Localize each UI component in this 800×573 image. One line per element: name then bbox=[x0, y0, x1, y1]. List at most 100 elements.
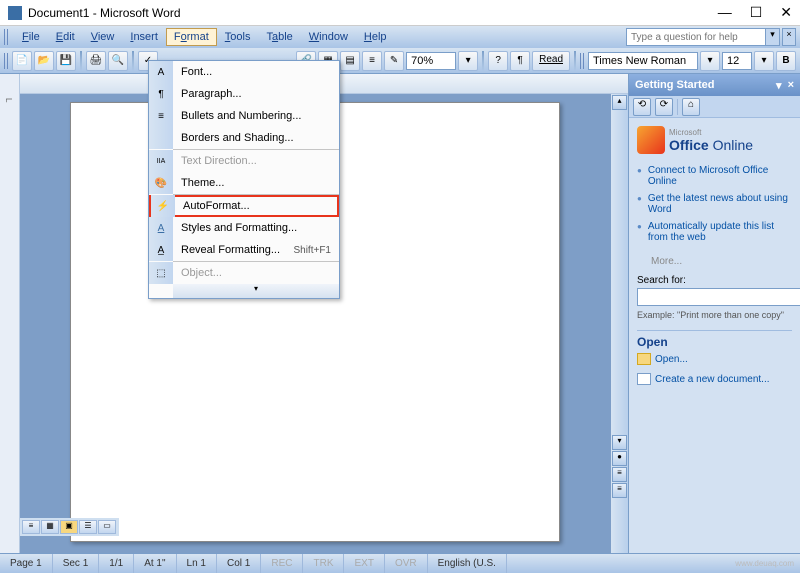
more-link[interactable]: More... bbox=[651, 256, 792, 267]
view-buttons-bar: ≡ ▦ ▣ ☰ ▭ bbox=[20, 518, 119, 536]
menu-table[interactable]: Table bbox=[258, 28, 300, 46]
insert-table-button[interactable]: ▤ bbox=[340, 51, 360, 71]
normal-view-button[interactable]: ≡ bbox=[22, 520, 40, 534]
open-button[interactable]: 📂 bbox=[34, 51, 54, 71]
zoom-dropdown[interactable]: ▾ bbox=[458, 51, 478, 71]
show-paragraph-button[interactable]: ¶ bbox=[510, 51, 530, 71]
status-ovr[interactable]: OVR bbox=[385, 554, 428, 573]
autoformat-icon: ⚡ bbox=[151, 195, 175, 217]
zoom-input[interactable] bbox=[406, 52, 456, 70]
drawing-button[interactable]: ✎ bbox=[384, 51, 404, 71]
menubar: File Edit View Insert Format Tools Table… bbox=[0, 26, 800, 48]
task-pane-close-button[interactable]: × bbox=[788, 79, 794, 92]
menu-window[interactable]: Window bbox=[301, 28, 356, 46]
columns-button[interactable]: ≡ bbox=[362, 51, 382, 71]
menu-edit[interactable]: Edit bbox=[48, 28, 83, 46]
print-preview-button[interactable]: 🔍 bbox=[108, 51, 128, 71]
theme-icon: 🎨 bbox=[149, 172, 173, 194]
task-pane-forward-button[interactable]: ⟳ bbox=[655, 98, 673, 116]
vertical-scrollbar[interactable]: ▴ ▾ ● ≡ ≡ bbox=[611, 94, 628, 553]
search-for-label: Search for: bbox=[637, 275, 792, 286]
menu-item-autoformat[interactable]: ⚡ AutoFormat... bbox=[149, 195, 339, 217]
open-document-link[interactable]: Open... bbox=[637, 349, 792, 369]
vertical-ruler: L bbox=[0, 74, 20, 553]
link-auto-update[interactable]: Automatically update this list from the … bbox=[637, 218, 792, 246]
statusbar: Page 1 Sec 1 1/1 At 1" Ln 1 Col 1 REC TR… bbox=[0, 553, 800, 573]
menu-view[interactable]: View bbox=[83, 28, 123, 46]
create-new-document-link[interactable]: Create a new document... bbox=[637, 369, 792, 389]
status-trk[interactable]: TRK bbox=[303, 554, 344, 573]
menu-expand-button[interactable]: ▾ bbox=[173, 284, 339, 298]
toolbar-grip[interactable] bbox=[4, 53, 10, 69]
help-dropdown-button[interactable]: ▾ bbox=[766, 28, 780, 46]
menu-item-object: ⬚ Object... bbox=[149, 262, 339, 284]
menu-item-styles-formatting[interactable]: A Styles and Formatting... bbox=[149, 217, 339, 239]
help-search-input[interactable] bbox=[626, 28, 766, 46]
previous-page-button[interactable]: ≡ bbox=[612, 467, 627, 482]
task-pane-header: Getting Started ▾ × bbox=[629, 74, 800, 96]
menu-help[interactable]: Help bbox=[356, 28, 395, 46]
new-doc-icon bbox=[637, 373, 651, 385]
print-layout-view-button[interactable]: ▣ bbox=[60, 520, 78, 534]
titlebar: Document1 - Microsoft Word — ☐ ✕ bbox=[0, 0, 800, 26]
open-section-heading: Open bbox=[637, 330, 792, 349]
save-button[interactable]: 💾 bbox=[56, 51, 76, 71]
font-size-input[interactable] bbox=[722, 52, 752, 70]
object-icon: ⬚ bbox=[149, 262, 173, 284]
format-menu-dropdown: A Font... ¶ Paragraph... ≡ Bullets and N… bbox=[148, 60, 340, 299]
maximize-button[interactable]: ☐ bbox=[750, 4, 763, 21]
task-pane-dropdown[interactable]: ▾ bbox=[776, 79, 782, 92]
new-document-button[interactable]: 📄 bbox=[12, 51, 32, 71]
menubar-grip[interactable] bbox=[4, 29, 10, 45]
menu-item-reveal-formatting[interactable]: A̲ Reveal Formatting... Shift+F1 bbox=[149, 239, 339, 261]
menu-tools[interactable]: Tools bbox=[217, 28, 259, 46]
status-line: Ln 1 bbox=[177, 554, 217, 573]
menu-file[interactable]: File bbox=[14, 28, 48, 46]
office-prefix: Microsoft bbox=[669, 128, 753, 137]
scroll-up-button[interactable]: ▴ bbox=[612, 95, 627, 110]
help-button[interactable]: ? bbox=[488, 51, 508, 71]
task-pane-home-button[interactable]: ⌂ bbox=[682, 98, 700, 116]
font-icon: A bbox=[149, 61, 173, 83]
web-layout-view-button[interactable]: ▦ bbox=[41, 520, 59, 534]
reading-layout-button[interactable]: ▭ bbox=[98, 520, 116, 534]
status-section: Sec 1 bbox=[53, 554, 100, 573]
borders-icon bbox=[149, 127, 173, 149]
workspace: L ▴ ▾ ● ≡ ≡ ≡ ▦ ▣ ☰ ▭ Getting Started ▾ bbox=[0, 74, 800, 553]
bold-button[interactable]: B bbox=[776, 51, 796, 71]
font-size-dropdown[interactable]: ▾ bbox=[754, 51, 774, 71]
menu-format[interactable]: Format bbox=[166, 28, 217, 46]
status-rec[interactable]: REC bbox=[261, 554, 303, 573]
close-button[interactable]: ✕ bbox=[780, 4, 792, 21]
menubar-close-button[interactable]: × bbox=[782, 28, 796, 46]
next-page-button[interactable]: ≡ bbox=[612, 483, 627, 498]
office-logo-icon bbox=[637, 126, 665, 154]
menu-insert[interactable]: Insert bbox=[122, 28, 166, 46]
font-name-dropdown[interactable]: ▾ bbox=[700, 51, 720, 71]
office-search-input[interactable] bbox=[637, 288, 800, 306]
status-at: At 1" bbox=[134, 554, 176, 573]
status-ext[interactable]: EXT bbox=[344, 554, 384, 573]
status-language[interactable]: English (U.S. bbox=[428, 554, 507, 573]
browse-object-button[interactable]: ● bbox=[612, 451, 627, 466]
status-page: Page 1 bbox=[0, 554, 53, 573]
menu-item-theme[interactable]: 🎨 Theme... bbox=[149, 172, 339, 194]
menu-item-borders[interactable]: Borders and Shading... bbox=[149, 127, 339, 149]
formatting-toolbar-grip[interactable] bbox=[580, 53, 586, 69]
minimize-button[interactable]: — bbox=[718, 4, 732, 21]
status-page-count: 1/1 bbox=[99, 554, 134, 573]
reveal-icon: A̲ bbox=[149, 239, 173, 261]
print-button[interactable]: 🖨 bbox=[86, 51, 106, 71]
paragraph-icon: ¶ bbox=[149, 83, 173, 105]
menu-item-font[interactable]: A Font... bbox=[149, 61, 339, 83]
scroll-down-button[interactable]: ▾ bbox=[612, 435, 627, 450]
link-connect-office-online[interactable]: Connect to Microsoft Office Online bbox=[637, 162, 792, 190]
office-online-logo: Microsoft Office Office OnlineOnline bbox=[637, 126, 792, 154]
menu-item-paragraph[interactable]: ¶ Paragraph... bbox=[149, 83, 339, 105]
menu-item-bullets[interactable]: ≡ Bullets and Numbering... bbox=[149, 105, 339, 127]
font-name-input[interactable] bbox=[588, 52, 698, 70]
link-latest-news[interactable]: Get the latest news about using Word bbox=[637, 190, 792, 218]
outline-view-button[interactable]: ☰ bbox=[79, 520, 97, 534]
read-mode-button[interactable]: Read bbox=[532, 51, 570, 71]
task-pane-back-button[interactable]: ⟲ bbox=[633, 98, 651, 116]
